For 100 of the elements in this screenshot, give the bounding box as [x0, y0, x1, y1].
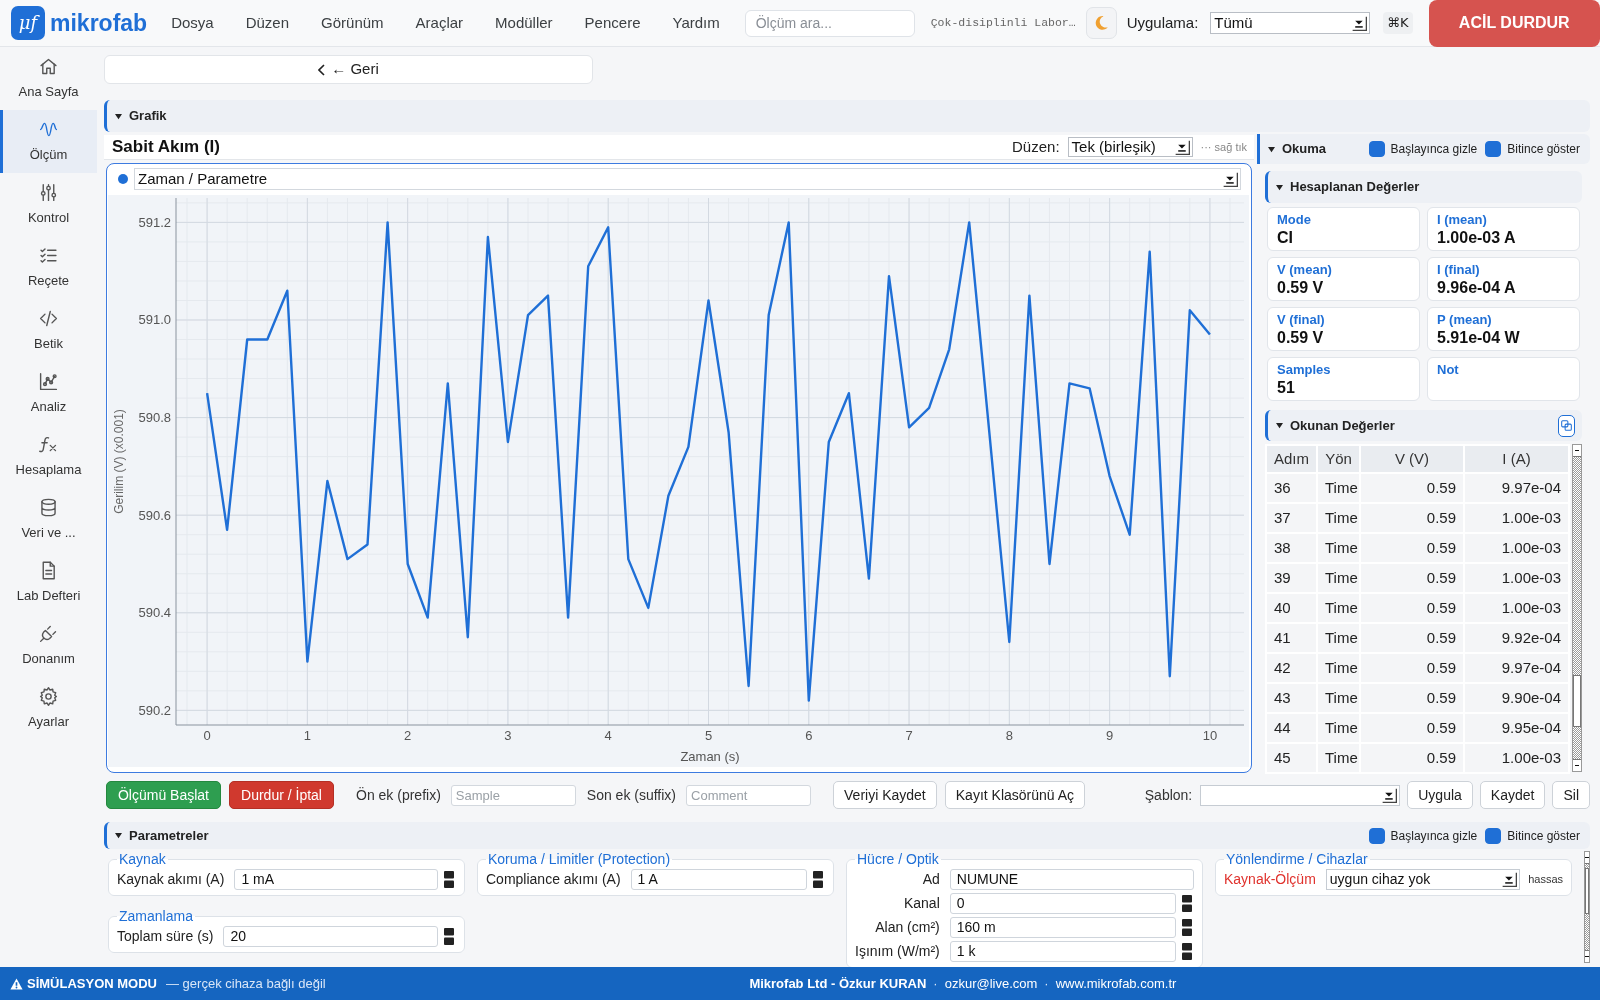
checkbox[interactable]: [1368, 141, 1385, 157]
table-cell: 0.59: [1360, 713, 1464, 743]
sidebar-item[interactable]: Veri ve ...: [0, 488, 97, 551]
menu-item[interactable]: Pencere: [568, 10, 657, 36]
text-field[interactable]: Comment: [686, 784, 812, 806]
checkbox[interactable]: [1485, 141, 1502, 157]
stop-button[interactable]: Durdur / İptal: [229, 781, 334, 809]
back-button[interactable]: ← Geri: [104, 55, 593, 84]
table-cell: 1.00e-03: [1464, 743, 1569, 773]
section-toggle[interactable]: Parametreler: [115, 825, 209, 846]
table-cell: 0.59: [1360, 473, 1464, 503]
table-cell: 1.00e-03: [1464, 593, 1569, 623]
stat-value: 1.00e-03 A: [1437, 228, 1517, 248]
section-toggle[interactable]: Okuma: [1268, 139, 1327, 159]
save-button[interactable]: Veriyi Kaydet: [833, 781, 937, 809]
sidebar-item[interactable]: Ayarlar: [0, 677, 97, 740]
save-button[interactable]: Kaydet: [1479, 781, 1546, 809]
menu-item[interactable]: Düzen: [229, 10, 306, 36]
dropdown-arrow-icon: [1174, 139, 1190, 155]
tick-label: 5: [704, 728, 713, 743]
layout-select[interactable]: Tek (birleşik): [1067, 137, 1193, 157]
menu-item[interactable]: Modüller: [479, 10, 569, 36]
shortcut-hint: ⌘K: [1383, 12, 1413, 34]
open-folder-button[interactable]: Kayıt Klasörünü Aç: [944, 781, 1086, 809]
stepper-icon[interactable]: [444, 871, 454, 888]
checkbox[interactable]: [1368, 827, 1385, 844]
table-cell: 0.59: [1360, 593, 1464, 623]
sidebar-item[interactable]: Ölçüm: [0, 110, 97, 173]
theme-toggle-button[interactable]: [1085, 7, 1117, 39]
scrollbar[interactable]: [1572, 444, 1582, 772]
dropdown-arrow-icon: [1382, 787, 1398, 803]
checkbox-label[interactable]: Bitince göster: [1507, 140, 1580, 158]
tick-label: 6: [805, 728, 813, 743]
chevron-left-icon: [318, 63, 326, 76]
checkbox-label[interactable]: Başlayınca gizle: [1390, 826, 1478, 845]
number-field[interactable]: 0: [949, 893, 1176, 914]
apply-button[interactable]: Uygula: [1407, 781, 1473, 809]
field-label: Kaynak-Ölçüm: [1224, 870, 1316, 889]
group-title: Kaynak: [118, 851, 167, 867]
column-header: Adım: [1266, 445, 1317, 473]
menu-item[interactable]: Dosya: [155, 10, 230, 36]
group-title: Zamanlama: [118, 908, 194, 924]
delete-button[interactable]: Sil: [1552, 781, 1590, 809]
separator-dot: ·: [933, 974, 938, 993]
stepper-icon[interactable]: [1182, 895, 1192, 912]
checkbox-label[interactable]: Bitince göster: [1507, 826, 1580, 845]
device-select[interactable]: uygun cihaz yok: [1325, 869, 1521, 890]
group-title: Yönlendirme / Cihazlar: [1225, 851, 1369, 867]
tick-label: 3: [504, 728, 512, 743]
table-cell: 1.00e-03: [1464, 563, 1569, 593]
stat-label: P (mean): [1437, 312, 1493, 328]
stat-value: 5.91e-04 W: [1437, 328, 1521, 348]
number-field[interactable]: 1 mA: [234, 869, 438, 890]
dropdown-arrow-icon: [1502, 872, 1518, 887]
website-link[interactable]: www.mikrofab.com.tr: [1055, 973, 1177, 994]
section-toggle[interactable]: Hesaplanan Değerler: [1276, 177, 1420, 197]
sidebar-item[interactable]: Kontrol: [0, 173, 97, 236]
table-cell: 9.97e-04: [1464, 473, 1569, 503]
copy-button[interactable]: [1558, 414, 1575, 437]
emergency-stop-button[interactable]: ACİL DURDUR: [1428, 0, 1600, 47]
sidebar-item[interactable]: Analiz: [0, 362, 97, 425]
checkbox[interactable]: [1485, 827, 1502, 844]
text-field[interactable]: NUMUNE: [949, 869, 1194, 890]
section-toggle[interactable]: Okunan Değerler: [1276, 415, 1395, 436]
number-field[interactable]: 20: [223, 926, 438, 947]
checkbox-label[interactable]: Başlayınca gizle: [1390, 140, 1478, 158]
sidebar-item[interactable]: Hesaplama: [0, 425, 97, 488]
email-link[interactable]: ozkur@live.com: [944, 973, 1038, 994]
search-field[interactable]: Ölçüm ara...: [744, 9, 915, 37]
sidebar-item[interactable]: Lab Defteri: [0, 551, 97, 614]
axis-title: Zaman (s): [680, 749, 740, 764]
menu-item[interactable]: Görünüm: [305, 10, 400, 36]
series-select[interactable]: Zaman / Parametre: [134, 168, 1241, 190]
sidebar-item[interactable]: Donanım: [0, 614, 97, 677]
tick-label: 10: [1202, 728, 1218, 743]
scrollbar[interactable]: [1584, 851, 1590, 963]
section-toggle[interactable]: Grafik: [115, 106, 167, 126]
number-field[interactable]: 160 m: [949, 917, 1176, 938]
menu-item[interactable]: Yardım: [656, 10, 736, 36]
column-header: Yön: [1317, 445, 1360, 473]
stepper-icon[interactable]: [1182, 919, 1192, 936]
table-cell: 0.59: [1360, 503, 1464, 533]
stat-value: 9.96e-04 A: [1437, 278, 1517, 298]
column-header: V (V): [1360, 445, 1464, 473]
logo-mark: μf: [11, 6, 45, 40]
number-field[interactable]: 1 k: [949, 941, 1176, 962]
sidebar-item[interactable]: Betik: [0, 299, 97, 362]
stepper-icon[interactable]: [444, 928, 454, 945]
number-field[interactable]: 1 A: [630, 869, 807, 890]
stat-value: 0.59 V: [1277, 278, 1325, 298]
field-label: Alan (cm²): [874, 918, 940, 937]
field-label: Ad: [921, 870, 940, 889]
stepper-icon[interactable]: [813, 871, 823, 888]
text-field[interactable]: Sample: [450, 784, 576, 806]
sidebar-item[interactable]: Ana Sayfa: [0, 47, 97, 110]
sidebar-item[interactable]: Reçete: [0, 236, 97, 299]
stepper-icon[interactable]: [1182, 943, 1192, 960]
application-select[interactable]: Tümü: [1210, 12, 1370, 34]
table-cell: 41: [1266, 623, 1317, 653]
menu-item[interactable]: Araçlar: [399, 10, 480, 36]
